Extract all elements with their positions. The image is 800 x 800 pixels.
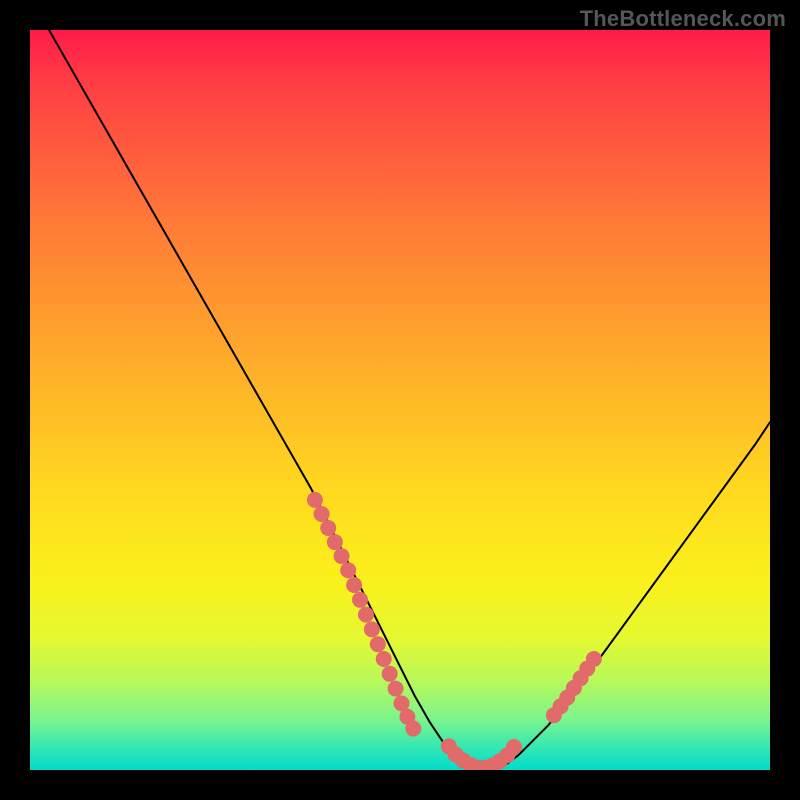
plot-area (30, 30, 770, 770)
data-point (327, 534, 343, 550)
data-point (382, 666, 398, 682)
data-point (376, 651, 392, 667)
data-point (334, 548, 350, 564)
data-point (586, 651, 602, 667)
marker-cluster-left (307, 492, 421, 737)
data-point (370, 636, 386, 652)
data-point (506, 739, 522, 755)
marker-cluster-right (546, 651, 602, 723)
data-point (320, 520, 336, 536)
data-point (314, 506, 330, 522)
data-point (340, 562, 356, 578)
chart-svg (30, 30, 770, 770)
data-point (358, 607, 374, 623)
data-point (405, 721, 421, 737)
data-point (346, 577, 362, 593)
main-curve (45, 30, 770, 770)
data-point (364, 621, 380, 637)
watermark-text: TheBottleneck.com (580, 6, 786, 32)
data-point (352, 592, 368, 608)
chart-frame: TheBottleneck.com (0, 0, 800, 800)
marker-cluster-bottom (441, 738, 522, 770)
data-point (388, 681, 404, 697)
data-point (307, 492, 323, 508)
